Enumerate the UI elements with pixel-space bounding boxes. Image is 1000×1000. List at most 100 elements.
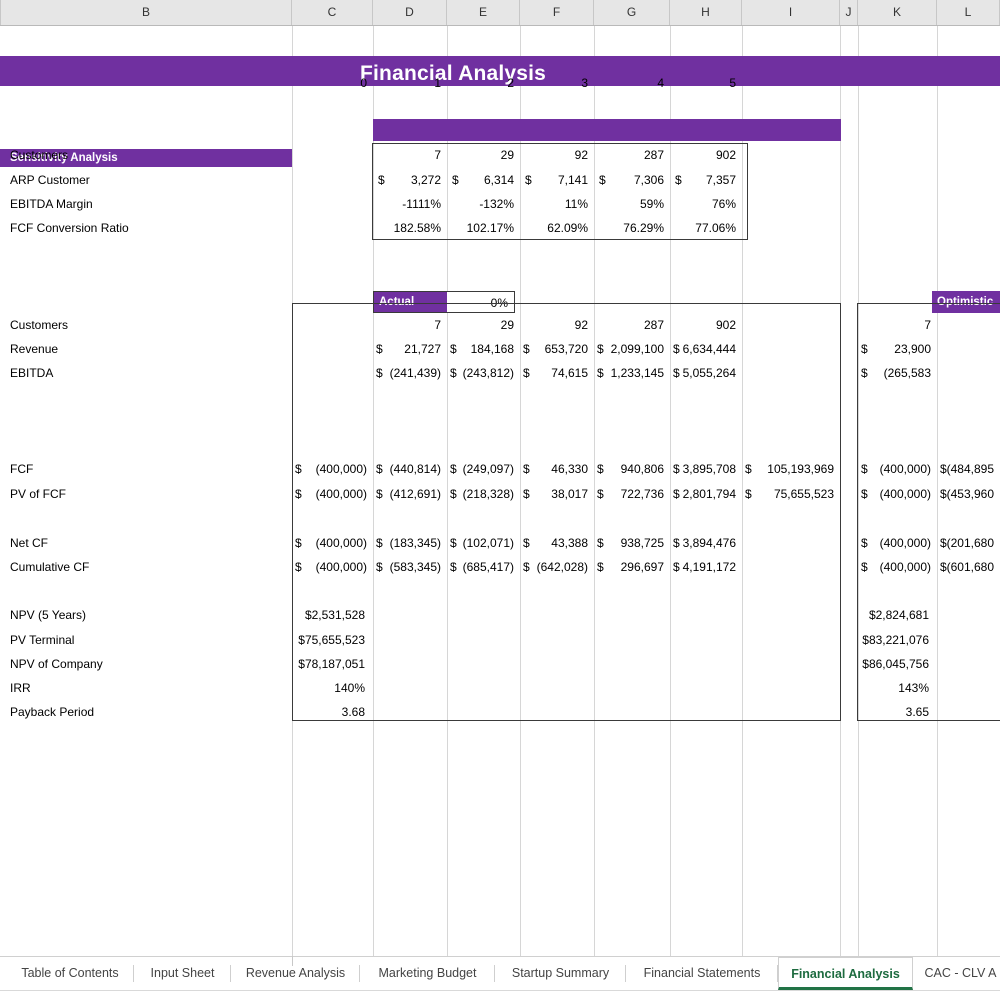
actual-net-cf-currency-3: $ — [523, 537, 530, 551]
sensitivity-cell-2-2: 11% — [520, 198, 588, 212]
sheet-tab-table-of-contents[interactable]: Table of Contents — [6, 957, 134, 990]
actual-pv-of-fcf-currency-5: $ — [673, 488, 680, 502]
actual-fcf-currency-4: $ — [597, 463, 604, 477]
actual-revenue-currency-3: $ — [597, 343, 604, 357]
actual-summary-value-0: $2,531,528 — [292, 609, 365, 623]
opt-ebitda-currency-0: $ — [861, 367, 868, 381]
column-header-F[interactable]: F — [520, 0, 594, 25]
column-header-H[interactable]: H — [670, 0, 742, 25]
actual-fcf-currency-3: $ — [523, 463, 530, 477]
actual-fcf-0: (400,000) — [292, 463, 367, 477]
sensitivity-cell-3-3: 76.29% — [594, 222, 664, 236]
summary-label-4: Payback Period — [10, 706, 94, 720]
actual-pv-of-fcf-currency-3: $ — [523, 488, 530, 502]
sheet-tab-label: Marketing Budget — [379, 966, 477, 980]
actual-fcf-currency-5: $ — [673, 463, 680, 477]
actual-customers-1: 29 — [447, 319, 514, 333]
sheet-tab-label: Table of Contents — [21, 966, 118, 980]
summary-label-2: NPV of Company — [10, 658, 103, 672]
actual-revenue-0: 21,727 — [373, 343, 441, 357]
actual-pv-of-fcf-0: (400,000) — [292, 488, 367, 502]
sensitivity-cell-2-1: -132% — [447, 198, 514, 212]
actual-cumulative-cf-currency-4: $ — [597, 561, 604, 575]
actual-pv-of-fcf-3: 38,017 — [520, 488, 588, 502]
actual-pv-of-fcf-2: (218,328) — [447, 488, 514, 502]
actual-net-cf-currency-1: $ — [376, 537, 383, 551]
actual-cumulative-cf-currency-5: $ — [673, 561, 680, 575]
sensitivity-cell-0-0: 7 — [373, 149, 441, 163]
sheet-tab-financial-analysis[interactable]: Financial Analysis — [778, 957, 913, 990]
column-header-E[interactable]: E — [447, 0, 520, 25]
actual-ebitda-2: 74,615 — [520, 367, 588, 381]
sheet-tab-input-sheet[interactable]: Input Sheet — [134, 957, 231, 990]
summary-label-1: PV Terminal — [10, 634, 74, 648]
optimistic-summary-value-1: $83,221,076 — [850, 634, 929, 648]
sheet-tab-label: Startup Summary — [512, 966, 609, 980]
year-header-6: Year 6 Onwards — [742, 97, 840, 111]
sensitivity-row-label-0: Customers — [10, 149, 68, 163]
sheet-tab-startup-summary[interactable]: Startup Summary — [495, 957, 626, 990]
actual-summary-value-3: 140% — [292, 682, 365, 696]
main-row-label-pv_of_fcf: PV of FCF — [10, 488, 66, 502]
column-header-L[interactable]: L — [937, 0, 1000, 25]
optimistic-summary-value-4: 3.65 — [850, 706, 929, 720]
sensitivity-cell-2-4: 76% — [670, 198, 736, 212]
actual-pv-of-fcf-currency-2: $ — [450, 488, 457, 502]
sensitivity-cell-2-3: 59% — [594, 198, 664, 212]
sensitivity-cell-2-0: -1111% — [373, 198, 441, 212]
sheet-tab-financial-statements[interactable]: Financial Statements — [626, 957, 778, 990]
actual-customers-4: 902 — [670, 319, 736, 333]
grid-area[interactable]: Financial Analysis 012345 20242025202620… — [0, 26, 1000, 956]
sensitivity-cell-0-4: 902 — [670, 149, 736, 163]
sheet-tab-marketing-budget[interactable]: Marketing Budget — [360, 957, 495, 990]
sheet-tab-label: Financial Analysis — [791, 967, 900, 981]
optimistic-summary-value-2: $86,045,756 — [850, 658, 929, 672]
sheet-tab-bar[interactable]: Table of Contents Input Sheet Revenue Anal… — [0, 956, 1000, 1000]
column-header-J[interactable]: J — [840, 0, 858, 25]
sheet-tab-revenue-analysis[interactable]: Revenue Analysis — [231, 957, 360, 990]
opt-net-cf-currency-1: $ — [940, 537, 947, 551]
actual-cumulative-cf-1: (583,345) — [373, 561, 441, 575]
column-header-K[interactable]: K — [858, 0, 937, 25]
sheet-tab-label: Input Sheet — [151, 966, 215, 980]
column-header-C[interactable]: C — [292, 0, 373, 25]
year-header-3: 2026 — [520, 97, 594, 111]
main-row-label-customers: Customers — [10, 319, 68, 333]
year-index-3: 3 — [520, 77, 588, 91]
actual-fcf-1: (440,814) — [373, 463, 441, 477]
sheet-tab-label: Revenue Analysis — [246, 966, 345, 980]
optimistic-summary-value-3: 143% — [850, 682, 929, 696]
sensitivity-cell-0-3: 287 — [594, 149, 664, 163]
sensitivity-cell-3-0: 182.58% — [373, 222, 441, 236]
sensitivity-cell-0-1: 29 — [447, 149, 514, 163]
actual-net-cf-3: 43,388 — [520, 537, 588, 551]
opt-ebitda-0: (265,583 — [858, 367, 931, 381]
column-header-B[interactable]: B — [0, 0, 292, 25]
actual-fcf-4: 940,806 — [594, 463, 664, 477]
actual-fcf-3: 46,330 — [520, 463, 588, 477]
opt-net-cf-0: (400,000) — [858, 537, 931, 551]
year-index-1: 1 — [373, 77, 441, 91]
year-index-5: 5 — [670, 77, 736, 91]
actual-fcf-2: (249,097) — [447, 463, 514, 477]
main-row-label-fcf: FCF — [10, 463, 33, 477]
sensitivity-row-label-1: ARP Customer — [10, 174, 90, 188]
actual-ebitda-currency-4: $ — [673, 367, 680, 381]
actual-cumulative-cf-3: (642,028) — [520, 561, 588, 575]
actual-revenue-currency-4: $ — [673, 343, 680, 357]
opt-pv-of-fcf-currency-1: $ — [940, 488, 947, 502]
column-header-G[interactable]: G — [594, 0, 670, 25]
sheet-tab-label: Financial Statements — [644, 966, 761, 980]
sheet-tab-cac-clv-a[interactable]: CAC - CLV A — [913, 957, 1000, 990]
actual-net-cf-1: (183,345) — [373, 537, 441, 551]
actual-fcf-currency-0: $ — [295, 463, 302, 477]
column-header-D[interactable]: D — [373, 0, 447, 25]
sensitivity-cell-0-2: 92 — [520, 149, 588, 163]
actual-fcf-currency-1: $ — [376, 463, 383, 477]
actual-ebitda-currency-3: $ — [597, 367, 604, 381]
sensitivity-currency-1-3: $ — [599, 174, 606, 188]
actual-summary-value-1: $75,655,523 — [292, 634, 365, 648]
column-header-I[interactable]: I — [742, 0, 840, 25]
opt-cumulative-cf-currency-0: $ — [861, 561, 868, 575]
actual-ebitda-currency-2: $ — [523, 367, 530, 381]
